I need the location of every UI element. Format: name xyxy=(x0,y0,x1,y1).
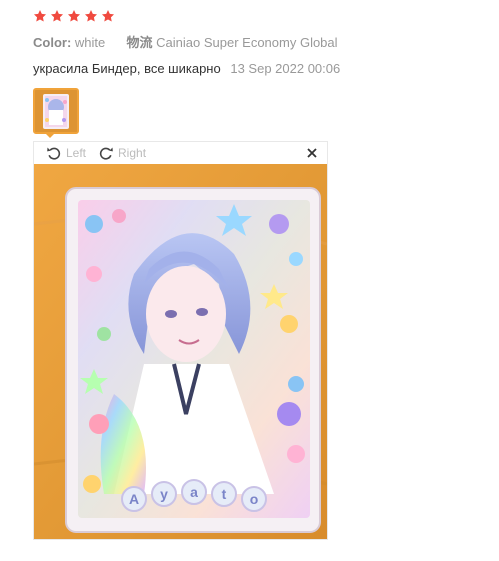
review-item: Color: white 物流 Cainiao Super Economy Gl… xyxy=(33,8,473,134)
shipping-key: 物流 xyxy=(126,35,153,50)
shipping-value: Cainiao Super Economy Global xyxy=(156,35,338,50)
review-meta: Color: white 物流 Cainiao Super Economy Gl… xyxy=(33,35,473,51)
star-icon xyxy=(50,9,64,23)
svg-text:a: a xyxy=(190,484,198,500)
rotate-left-label: Left xyxy=(66,146,87,160)
star-icon xyxy=(33,9,47,23)
color-value: white xyxy=(74,35,106,50)
rotate-right-label: Right xyxy=(118,146,147,160)
review-date: 13 Sep 2022 00:06 xyxy=(230,61,341,76)
rotate-left-button[interactable]: Left xyxy=(46,145,86,161)
star-icon xyxy=(101,9,115,23)
rotate-right-button[interactable]: Right xyxy=(98,145,146,161)
svg-text:o: o xyxy=(250,491,259,507)
rotate-right-icon xyxy=(99,147,113,160)
star-icon xyxy=(67,9,81,23)
svg-text:t: t xyxy=(222,486,227,502)
review-text: украсила Биндер, все шикарно xyxy=(33,61,221,76)
thumbnail-caret xyxy=(44,132,56,138)
review-photo-thumbnail[interactable] xyxy=(33,88,79,134)
star-icon xyxy=(84,9,98,23)
review-photo: A y a t o xyxy=(34,164,327,539)
svg-text:A: A xyxy=(129,491,139,507)
rotate-left-icon xyxy=(47,147,61,160)
photo-viewer: Left Right A y a t o xyxy=(33,141,328,540)
close-icon[interactable] xyxy=(305,146,319,160)
thumbnail-image xyxy=(35,90,77,132)
photo-image: A y a t o xyxy=(34,164,327,539)
svg-text:y: y xyxy=(160,486,168,502)
viewer-toolbar: Left Right xyxy=(34,142,327,164)
star-rating xyxy=(33,8,473,24)
color-key: Color: xyxy=(33,35,72,50)
review-comment: украсила Биндер, все шикарно 13 Sep 2022… xyxy=(33,61,473,77)
